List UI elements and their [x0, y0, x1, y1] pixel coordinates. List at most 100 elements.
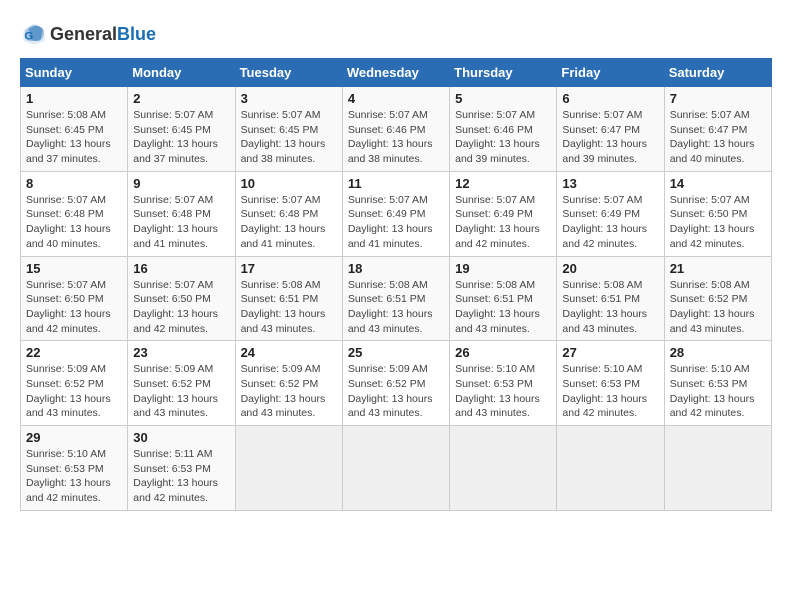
- calendar-cell: 27 Sunrise: 5:10 AMSunset: 6:53 PMDayligh…: [557, 341, 664, 426]
- day-number: 25: [348, 345, 444, 360]
- calendar-cell: 28 Sunrise: 5:10 AMSunset: 6:53 PMDayligh…: [664, 341, 771, 426]
- day-detail: Sunrise: 5:07 AMSunset: 6:46 PMDaylight:…: [348, 108, 444, 167]
- calendar-cell: 16 Sunrise: 5:07 AMSunset: 6:50 PMDayligh…: [128, 256, 235, 341]
- day-detail: Sunrise: 5:10 AMSunset: 6:53 PMDaylight:…: [562, 362, 658, 421]
- calendar-cell: 21 Sunrise: 5:08 AMSunset: 6:52 PMDayligh…: [664, 256, 771, 341]
- day-detail: Sunrise: 5:11 AMSunset: 6:53 PMDaylight:…: [133, 447, 229, 506]
- calendar-week-row: 15 Sunrise: 5:07 AMSunset: 6:50 PMDayligh…: [21, 256, 772, 341]
- day-detail: Sunrise: 5:09 AMSunset: 6:52 PMDaylight:…: [348, 362, 444, 421]
- calendar-week-row: 1 Sunrise: 5:08 AMSunset: 6:45 PMDaylight…: [21, 87, 772, 172]
- header-sunday: Sunday: [21, 59, 128, 87]
- day-detail: Sunrise: 5:10 AMSunset: 6:53 PMDaylight:…: [670, 362, 766, 421]
- day-number: 21: [670, 261, 766, 276]
- header-saturday: Saturday: [664, 59, 771, 87]
- calendar-cell: 13 Sunrise: 5:07 AMSunset: 6:49 PMDayligh…: [557, 171, 664, 256]
- day-detail: Sunrise: 5:10 AMSunset: 6:53 PMDaylight:…: [455, 362, 551, 421]
- day-detail: Sunrise: 5:08 AMSunset: 6:51 PMDaylight:…: [455, 278, 551, 337]
- day-detail: Sunrise: 5:07 AMSunset: 6:48 PMDaylight:…: [26, 193, 122, 252]
- calendar-cell: [342, 426, 449, 511]
- calendar-cell: 12Sunrise: 5:07 AMSunset: 6:49 PMDayligh…: [450, 171, 557, 256]
- day-detail: Sunrise: 5:09 AMSunset: 6:52 PMDaylight:…: [241, 362, 337, 421]
- calendar-cell: 30 Sunrise: 5:11 AMSunset: 6:53 PMDayligh…: [128, 426, 235, 511]
- day-number: 14: [670, 176, 766, 191]
- day-number: 28: [670, 345, 766, 360]
- calendar-cell: 20 Sunrise: 5:08 AMSunset: 6:51 PMDayligh…: [557, 256, 664, 341]
- day-detail: Sunrise: 5:07 AMSunset: 6:49 PMDaylight:…: [562, 193, 658, 252]
- calendar-cell: 17Sunrise: 5:08 AMSunset: 6:51 PMDayligh…: [235, 256, 342, 341]
- day-number: 9: [133, 176, 229, 191]
- day-number: 23: [133, 345, 229, 360]
- day-number: 24: [241, 345, 337, 360]
- days-header-row: Sunday Monday Tuesday Wednesday Thursday…: [21, 59, 772, 87]
- calendar-cell: 8 Sunrise: 5:07 AMSunset: 6:48 PMDaylight…: [21, 171, 128, 256]
- day-number: 5: [455, 91, 551, 106]
- calendar-table: Sunday Monday Tuesday Wednesday Thursday…: [20, 58, 772, 511]
- day-number: 2: [133, 91, 229, 106]
- day-number: 7: [670, 91, 766, 106]
- day-number: 30: [133, 430, 229, 445]
- calendar-cell: 29 Sunrise: 5:10 AMSunset: 6:53 PMDayligh…: [21, 426, 128, 511]
- calendar-cell: 22Sunrise: 5:09 AMSunset: 6:52 PMDayligh…: [21, 341, 128, 426]
- header: G GeneralBlue: [20, 20, 772, 48]
- day-detail: Sunrise: 5:07 AMSunset: 6:45 PMDaylight:…: [133, 108, 229, 167]
- calendar-cell: 18 Sunrise: 5:08 AMSunset: 6:51 PMDayligh…: [342, 256, 449, 341]
- calendar-cell: [450, 426, 557, 511]
- calendar-cell: 2 Sunrise: 5:07 AMSunset: 6:45 PMDaylight…: [128, 87, 235, 172]
- calendar-week-row: 29 Sunrise: 5:10 AMSunset: 6:53 PMDayligh…: [21, 426, 772, 511]
- calendar-cell: 25 Sunrise: 5:09 AMSunset: 6:52 PMDayligh…: [342, 341, 449, 426]
- calendar-cell: 4 Sunrise: 5:07 AMSunset: 6:46 PMDaylight…: [342, 87, 449, 172]
- day-number: 6: [562, 91, 658, 106]
- svg-text:G: G: [24, 30, 33, 42]
- day-detail: Sunrise: 5:07 AMSunset: 6:49 PMDaylight:…: [455, 193, 551, 252]
- calendar-cell: 9Sunrise: 5:07 AMSunset: 6:48 PMDaylight…: [128, 171, 235, 256]
- day-detail: Sunrise: 5:07 AMSunset: 6:49 PMDaylight:…: [348, 193, 444, 252]
- logo: G GeneralBlue: [20, 20, 156, 48]
- day-detail: Sunrise: 5:07 AMSunset: 6:50 PMDaylight:…: [133, 278, 229, 337]
- day-detail: Sunrise: 5:07 AMSunset: 6:47 PMDaylight:…: [562, 108, 658, 167]
- day-number: 29: [26, 430, 122, 445]
- day-detail: Sunrise: 5:07 AMSunset: 6:47 PMDaylight:…: [670, 108, 766, 167]
- day-detail: Sunrise: 5:08 AMSunset: 6:45 PMDaylight:…: [26, 108, 122, 167]
- calendar-cell: 14 Sunrise: 5:07 AMSunset: 6:50 PMDayligh…: [664, 171, 771, 256]
- day-detail: Sunrise: 5:08 AMSunset: 6:52 PMDaylight:…: [670, 278, 766, 337]
- day-detail: Sunrise: 5:08 AMSunset: 6:51 PMDaylight:…: [562, 278, 658, 337]
- day-detail: Sunrise: 5:07 AMSunset: 6:50 PMDaylight:…: [26, 278, 122, 337]
- calendar-cell: 19 Sunrise: 5:08 AMSunset: 6:51 PMDayligh…: [450, 256, 557, 341]
- day-number: 13: [562, 176, 658, 191]
- day-detail: Sunrise: 5:08 AMSunset: 6:51 PMDaylight:…: [241, 278, 337, 337]
- calendar-cell: 1 Sunrise: 5:08 AMSunset: 6:45 PMDaylight…: [21, 87, 128, 172]
- day-detail: Sunrise: 5:07 AMSunset: 6:45 PMDaylight:…: [241, 108, 337, 167]
- day-number: 15: [26, 261, 122, 276]
- calendar-cell: 7 Sunrise: 5:07 AMSunset: 6:47 PMDaylight…: [664, 87, 771, 172]
- day-number: 27: [562, 345, 658, 360]
- header-thursday: Thursday: [450, 59, 557, 87]
- day-detail: Sunrise: 5:09 AMSunset: 6:52 PMDaylight:…: [26, 362, 122, 421]
- day-number: 19: [455, 261, 551, 276]
- calendar-cell: [664, 426, 771, 511]
- day-number: 8: [26, 176, 122, 191]
- day-detail: Sunrise: 5:07 AMSunset: 6:48 PMDaylight:…: [241, 193, 337, 252]
- day-detail: Sunrise: 5:07 AMSunset: 6:50 PMDaylight:…: [670, 193, 766, 252]
- day-number: 4: [348, 91, 444, 106]
- day-number: 1: [26, 91, 122, 106]
- day-detail: Sunrise: 5:08 AMSunset: 6:51 PMDaylight:…: [348, 278, 444, 337]
- header-tuesday: Tuesday: [235, 59, 342, 87]
- calendar-body: 1 Sunrise: 5:08 AMSunset: 6:45 PMDaylight…: [21, 87, 772, 511]
- day-number: 16: [133, 261, 229, 276]
- day-number: 3: [241, 91, 337, 106]
- day-number: 18: [348, 261, 444, 276]
- day-detail: Sunrise: 5:09 AMSunset: 6:52 PMDaylight:…: [133, 362, 229, 421]
- calendar-cell: 10Sunrise: 5:07 AMSunset: 6:48 PMDayligh…: [235, 171, 342, 256]
- logo-icon: G: [20, 20, 48, 48]
- calendar-cell: [235, 426, 342, 511]
- calendar-week-row: 8 Sunrise: 5:07 AMSunset: 6:48 PMDaylight…: [21, 171, 772, 256]
- header-wednesday: Wednesday: [342, 59, 449, 87]
- calendar-cell: 5Sunrise: 5:07 AMSunset: 6:46 PMDaylight…: [450, 87, 557, 172]
- logo-blue: Blue: [117, 24, 156, 45]
- calendar-cell: 15 Sunrise: 5:07 AMSunset: 6:50 PMDayligh…: [21, 256, 128, 341]
- header-friday: Friday: [557, 59, 664, 87]
- calendar-cell: 23 Sunrise: 5:09 AMSunset: 6:52 PMDayligh…: [128, 341, 235, 426]
- logo-general: General: [50, 24, 117, 45]
- day-number: 20: [562, 261, 658, 276]
- day-detail: Sunrise: 5:10 AMSunset: 6:53 PMDaylight:…: [26, 447, 122, 506]
